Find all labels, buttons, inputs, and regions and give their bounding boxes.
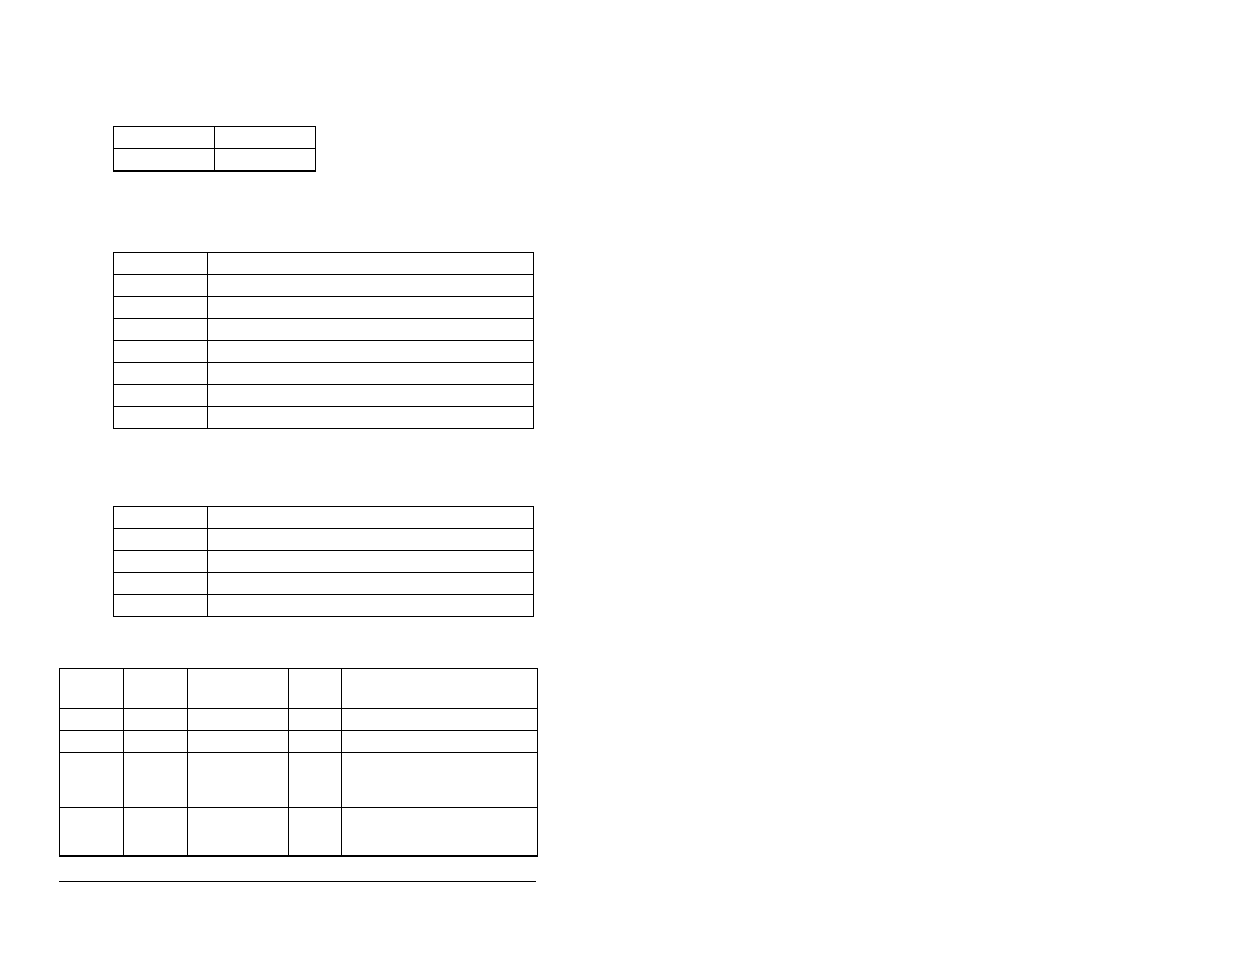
cell <box>114 319 208 341</box>
cell <box>208 407 534 429</box>
cell <box>208 297 534 319</box>
cell <box>342 731 538 753</box>
cell <box>124 731 188 753</box>
cell <box>124 808 188 857</box>
table-row <box>60 731 538 753</box>
cell <box>188 731 289 753</box>
cell <box>114 363 208 385</box>
cell <box>124 669 188 709</box>
table-1 <box>113 126 316 172</box>
table-row <box>114 529 534 551</box>
cell <box>188 669 289 709</box>
footnote-rule <box>59 881 536 882</box>
cell <box>208 507 534 529</box>
cell <box>124 753 188 808</box>
cell <box>114 507 208 529</box>
cell <box>60 808 124 857</box>
cell <box>60 709 124 731</box>
cell <box>208 363 534 385</box>
table-row <box>114 407 534 429</box>
cell <box>289 753 342 808</box>
cell <box>289 669 342 709</box>
cell <box>60 669 124 709</box>
table-row <box>114 341 534 363</box>
cell <box>342 669 538 709</box>
table-row <box>114 385 534 407</box>
page <box>0 0 1235 954</box>
cell <box>114 297 208 319</box>
cell <box>208 551 534 573</box>
cell <box>114 341 208 363</box>
table-row <box>114 507 534 529</box>
cell <box>342 753 538 808</box>
table-row <box>114 253 534 275</box>
table-4 <box>59 668 538 857</box>
cell <box>289 808 342 857</box>
table-row <box>114 149 316 172</box>
cell <box>289 731 342 753</box>
cell <box>342 709 538 731</box>
table-row <box>60 808 538 857</box>
table-2 <box>113 252 534 429</box>
cell <box>114 551 208 573</box>
table-row <box>114 551 534 573</box>
cell <box>208 595 534 617</box>
cell <box>208 529 534 551</box>
cell <box>188 709 289 731</box>
cell <box>208 385 534 407</box>
cell <box>114 573 208 595</box>
table-row <box>114 363 534 385</box>
cell <box>208 319 534 341</box>
table-row <box>60 669 538 709</box>
cell <box>188 753 289 808</box>
cell <box>215 149 316 172</box>
cell <box>114 253 208 275</box>
cell <box>208 341 534 363</box>
table-row <box>114 573 534 595</box>
cell <box>60 753 124 808</box>
cell <box>114 595 208 617</box>
cell <box>114 149 215 172</box>
cell <box>188 808 289 857</box>
cell <box>114 529 208 551</box>
cell <box>114 127 215 149</box>
cell <box>60 731 124 753</box>
table-row <box>114 275 534 297</box>
cell <box>215 127 316 149</box>
table-row <box>60 753 538 808</box>
cell <box>208 275 534 297</box>
table-row <box>114 319 534 341</box>
cell <box>289 709 342 731</box>
cell <box>114 407 208 429</box>
table-row <box>114 127 316 149</box>
cell <box>342 808 538 857</box>
cell <box>208 573 534 595</box>
table-row <box>114 595 534 617</box>
cell <box>114 385 208 407</box>
cell <box>208 253 534 275</box>
table-row <box>60 709 538 731</box>
table-3 <box>113 506 534 617</box>
cell <box>124 709 188 731</box>
table-row <box>114 297 534 319</box>
cell <box>114 275 208 297</box>
